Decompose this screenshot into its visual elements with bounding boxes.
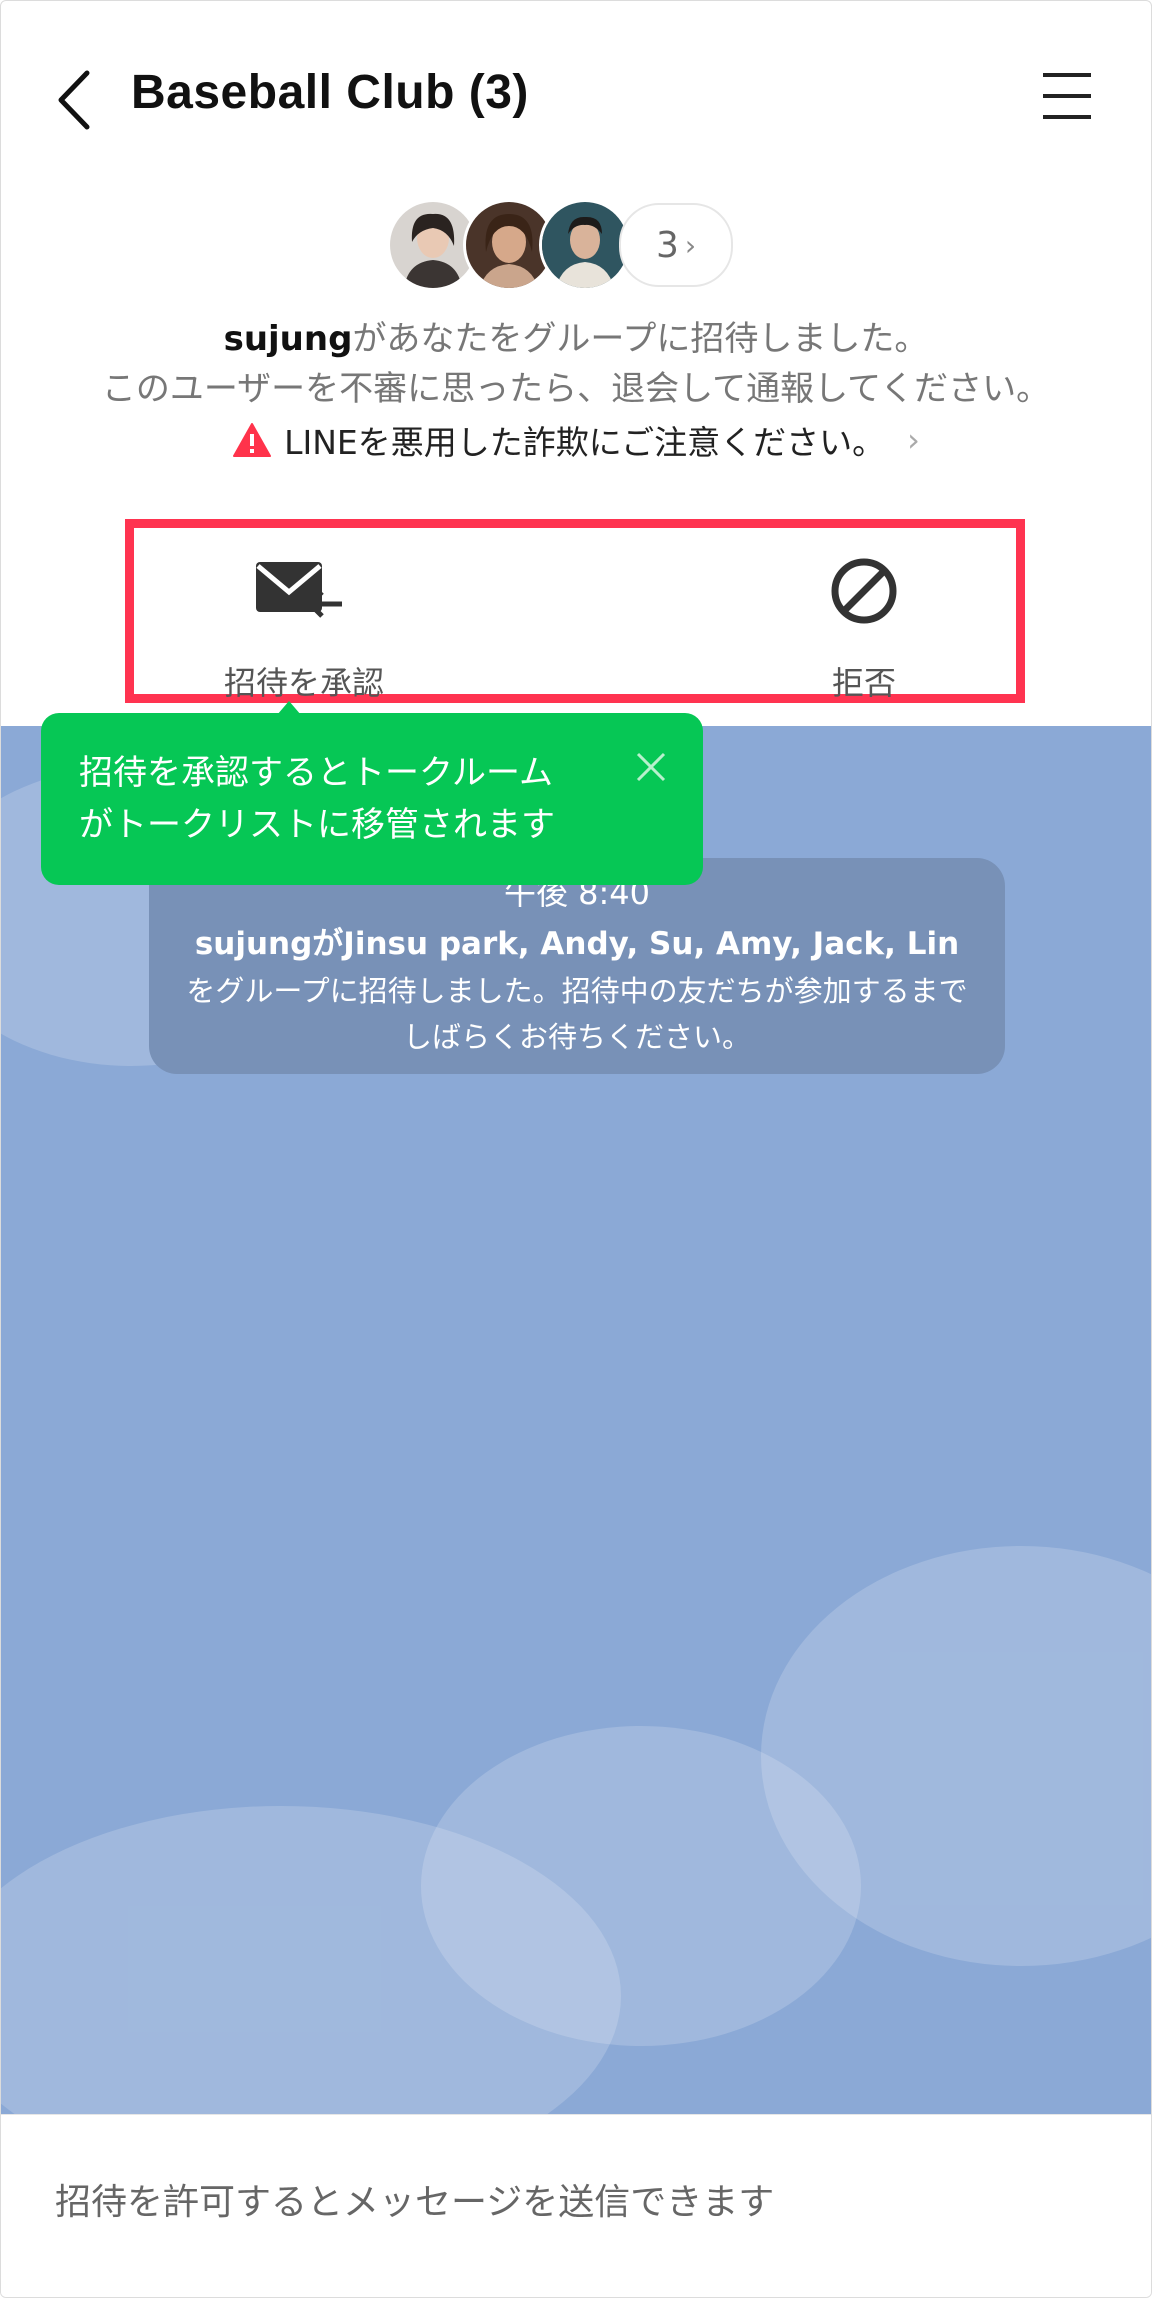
cloud-decoration bbox=[421, 1726, 861, 2046]
warning-icon bbox=[233, 423, 272, 457]
warning-text: LINEを悪用した詐欺にご注意ください。 bbox=[284, 423, 886, 462]
menu-button[interactable] bbox=[1041, 71, 1093, 121]
advice-text: このユーザーを不審に思ったら、退会して通報してください。 bbox=[101, 369, 1051, 409]
back-button[interactable] bbox=[51, 65, 101, 135]
fraud-warning-link[interactable]: LINEを悪用した詐欺にご注意ください。 › bbox=[1, 416, 1151, 464]
tooltip-line: がトークリストに移管されます bbox=[79, 805, 555, 845]
member-avatars[interactable]: 3 › bbox=[387, 199, 747, 291]
menu-icon bbox=[1043, 73, 1091, 119]
accept-invite-label: 招待を承認 bbox=[223, 664, 384, 702]
tooltip-line: 招待を承認するとトークルーム bbox=[79, 753, 553, 793]
mail-accept-icon bbox=[256, 562, 342, 618]
block-icon bbox=[831, 558, 897, 624]
invite-message: sujungがあなたをグループに招待しました。 bbox=[1, 311, 1151, 360]
reject-invite-button[interactable]: 拒否 bbox=[734, 548, 994, 702]
chevron-right-icon: › bbox=[907, 421, 920, 459]
tooltip-arrow bbox=[277, 701, 301, 715]
chevron-left-icon bbox=[58, 70, 90, 130]
member-count-value: 3 bbox=[655, 224, 679, 266]
accept-tooltip: 招待を承認するとトークルーム がトークリストに移管されます bbox=[41, 701, 703, 885]
footer-message: 招待を許可するとメッセージを送信できます bbox=[55, 2182, 775, 2223]
screen: Baseball Club (3) 3 › sujungがあなたをグループに招待… bbox=[0, 0, 1152, 2298]
system-message-line: をグループに招待しました。招待中の友だちが参加するまで bbox=[186, 974, 968, 1008]
header: Baseball Club (3) bbox=[1, 1, 1151, 191]
chevron-right-icon: › bbox=[684, 228, 697, 262]
footer: 招待を許可するとメッセージを送信できます bbox=[1, 2114, 1151, 2297]
member-count-button[interactable]: 3 › bbox=[619, 203, 733, 287]
tooltip-close-button[interactable] bbox=[635, 751, 667, 783]
reject-invite-label: 拒否 bbox=[831, 664, 896, 702]
chat-title: Baseball Club (3) bbox=[131, 66, 529, 119]
close-icon bbox=[636, 752, 666, 782]
system-message-line: しばらくお待ちください。 bbox=[402, 1020, 751, 1054]
avatar bbox=[539, 199, 631, 291]
inviter-name: sujung bbox=[223, 319, 353, 359]
system-message: 午後 8:40 sujungがJinsu park, Andy, Su, Amy… bbox=[149, 858, 1005, 1074]
accept-invite-button[interactable]: 招待を承認 bbox=[174, 548, 434, 702]
invite-actions: 招待を承認 拒否 bbox=[125, 519, 1025, 703]
invite-text: があなたをグループに招待しました。 bbox=[352, 319, 929, 359]
chat-area: 午後 8:40 sujungがJinsu park, Andy, Su, Amy… bbox=[1, 726, 1151, 2114]
system-message-line: sujungがJinsu park, Andy, Su, Amy, Jack, … bbox=[194, 926, 960, 962]
